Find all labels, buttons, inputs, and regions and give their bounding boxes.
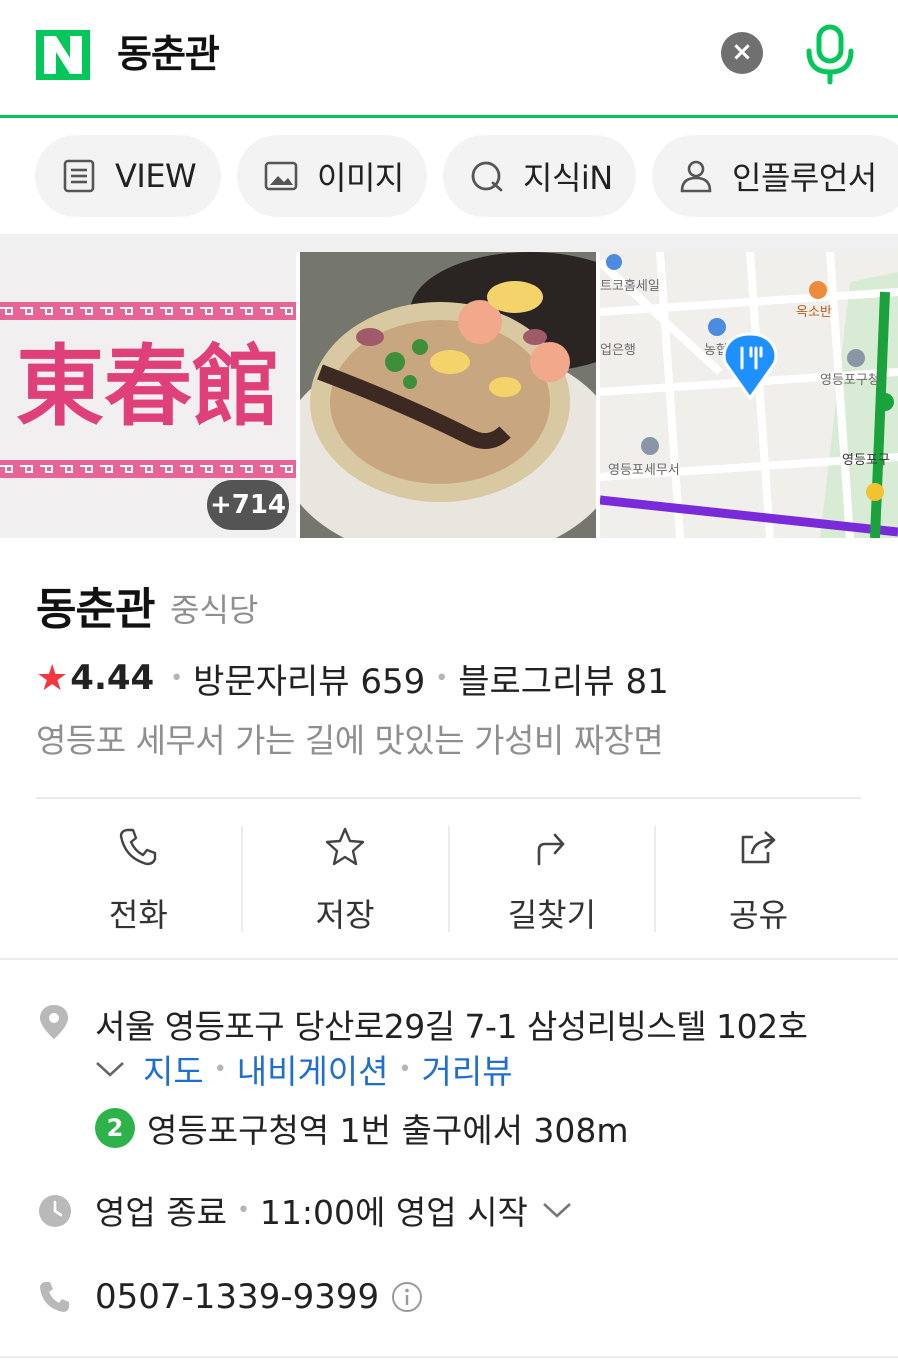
location-pin-icon [40, 1005, 68, 1039]
separator-dot: • [398, 1056, 412, 1082]
person-icon [680, 160, 712, 193]
directions-button[interactable]: 길찾기 [447, 826, 655, 934]
map-label: 영등포구 [842, 453, 890, 468]
phone-icon [40, 1282, 69, 1312]
tab-kin[interactable]: 지식iN [443, 135, 636, 217]
navigation-link[interactable]: 내비게이션 [237, 1045, 389, 1093]
directions-icon [537, 833, 565, 866]
photo-signboard[interactable]: 東春館 +714 [0, 252, 296, 538]
chevron-down-icon[interactable] [95, 1059, 125, 1079]
subway-info: 2 영등포구청역 1번 출구에서 308m [95, 1106, 629, 1150]
naver-logo[interactable] [36, 30, 90, 80]
call-button[interactable]: 전화 [36, 826, 241, 934]
star-icon: ★ [36, 657, 69, 699]
business-hours[interactable]: 영업 종료 • 11:00에 영업 시작 [95, 1188, 572, 1232]
visitor-reviews-link[interactable]: 방문자리뷰 659 [193, 654, 425, 703]
phone-number-row: 0507-1339-9399 [95, 1274, 423, 1320]
map-label: 영등포구청 [820, 373, 880, 388]
more-photos-badge[interactable]: +714 [207, 480, 289, 530]
map-label: 트코홈세일 [600, 279, 660, 294]
tab-influencer[interactable]: 인플루언서 [652, 135, 898, 217]
share-label: 공유 [729, 896, 789, 934]
subway-line-badge: 2 [95, 1108, 135, 1148]
place-name[interactable]: 동춘관 [36, 573, 155, 637]
map-image: 트코홈세일 옥소반 업은행 농협 영등포구청 영등포세무서 영등포구 [600, 252, 898, 538]
phone-number[interactable]: 0507-1339-9399 [95, 1277, 379, 1317]
street-view-link[interactable]: 거리뷰 [422, 1045, 513, 1093]
separator-dot: • [213, 1056, 227, 1082]
image-icon [264, 161, 298, 191]
address-links: 지도 • 내비게이션 • 거리뷰 [95, 1045, 513, 1093]
sign-text: 東春館 [16, 334, 280, 438]
save-button[interactable]: 저장 [240, 826, 448, 934]
tab-view[interactable]: VIEW [35, 135, 221, 217]
map-label: 옥소반 [796, 305, 832, 320]
chevron-down-icon[interactable] [542, 1200, 572, 1220]
q-bubble-icon [471, 161, 503, 192]
search-query[interactable]: 동춘관 [117, 30, 220, 78]
rating-score: 4.44 [70, 658, 155, 698]
call-label: 전화 [108, 896, 168, 934]
tab-label: 지식iN [523, 159, 613, 197]
section-spacer [0, 234, 898, 252]
place-description: 영등포 세무서 가는 길에 맛있는 가성비 짜장면 [36, 721, 664, 760]
photo-strip: 東春館 +714 트코홈세일 옥소반 업은행 농협 영등포구청 영등포세무서 영… [0, 252, 898, 538]
photo-fried-rice[interactable] [300, 252, 596, 538]
address-text[interactable]: 서울 영등포구 당산로29길 7-1 삼성리빙스텔 102호 [95, 1000, 808, 1048]
tab-label: 인플루언서 [732, 159, 877, 197]
divider [36, 797, 861, 799]
document-icon [63, 159, 95, 193]
directions-label: 길찾기 [507, 896, 597, 934]
divider [0, 958, 898, 960]
rating-row: ★ 4.44 • 방문자리뷰 659 • 블로그리뷰 81 [36, 654, 669, 703]
map-label: 업은행 [600, 342, 636, 358]
share-button[interactable]: 공유 [654, 826, 861, 934]
tab-label: 이미지 [317, 159, 404, 197]
map-thumbnail[interactable]: 트코홈세일 옥소반 업은행 농협 영등포구청 영등포세무서 영등포구 [600, 252, 898, 538]
map-link[interactable]: 지도 [143, 1045, 204, 1093]
separator-dot: • [435, 665, 449, 691]
save-label: 저장 [315, 896, 375, 934]
map-label: 영등포세무서 [608, 463, 680, 478]
tab-images[interactable]: 이미지 [237, 135, 427, 217]
food-image [300, 252, 596, 538]
tab-label: VIEW [115, 157, 197, 195]
blog-reviews-link[interactable]: 블로그리뷰 81 [458, 654, 668, 703]
divider [0, 1356, 898, 1358]
separator-dot: • [170, 665, 184, 691]
opening-time: 11:00에 영업 시작 [259, 1193, 528, 1232]
subway-distance: 영등포구청역 1번 출구에서 308m [147, 1111, 629, 1150]
microphone-icon[interactable] [802, 24, 858, 86]
star-outline-icon [325, 827, 365, 866]
clear-search-button[interactable]: × [721, 32, 763, 74]
clock-icon [39, 1195, 71, 1227]
share-icon [741, 831, 775, 864]
place-category: 중식당 [170, 591, 259, 629]
phone-icon [120, 828, 157, 866]
business-status: 영업 종료 [95, 1193, 227, 1232]
search-tabs: VIEW 이미지 지식iN 인플루언서 [0, 135, 898, 217]
info-icon[interactable] [391, 1281, 423, 1313]
search-header: 동춘관 × [0, 0, 898, 118]
action-bar: 전화 저장 길찾기 공유 [36, 826, 861, 934]
separator-dot: • [236, 1197, 250, 1223]
